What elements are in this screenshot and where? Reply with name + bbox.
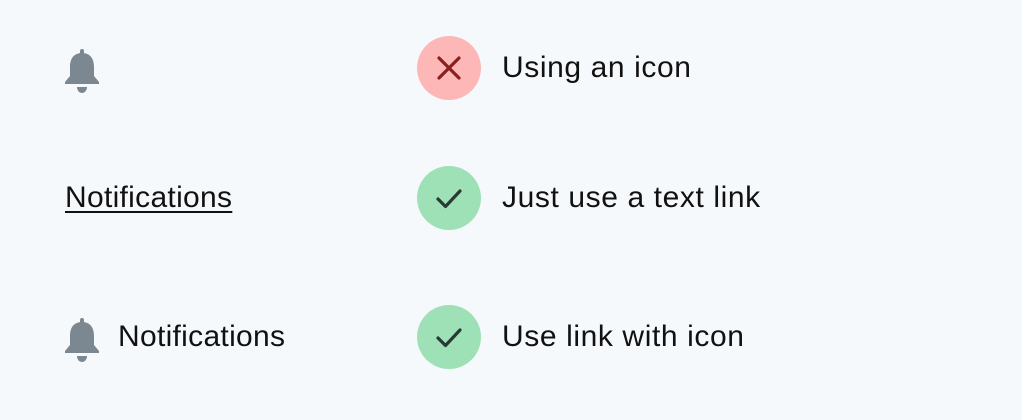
bell-icon[interactable] [62, 40, 102, 96]
notifications-text-link[interactable]: Notifications [65, 181, 232, 215]
example-icon-with-text: Notifications [62, 302, 285, 372]
verdict-caption: Using an icon [502, 51, 692, 84]
check-icon [436, 328, 462, 348]
check-icon [436, 189, 462, 209]
comparison-row-text-link: Notifications Just use a text link [0, 163, 1022, 233]
x-icon [437, 56, 461, 80]
notifications-link-label: Notifications [118, 320, 286, 353]
status-badge-good [417, 166, 481, 230]
verdict-caption: Use link with icon [502, 320, 745, 353]
example-text-link: Notifications [62, 163, 232, 233]
comparison-row-icon-only: Using an icon [0, 33, 1022, 103]
verdict-bad: Using an icon [417, 36, 692, 100]
verdict-caption: Just use a text link [502, 181, 761, 214]
bell-icon [62, 309, 102, 365]
notifications-icon-link[interactable]: Notifications [62, 309, 285, 365]
status-badge-bad [417, 36, 481, 100]
comparison-row-icon-with-text: Notifications Use link with icon [0, 302, 1022, 372]
verdict-good: Use link with icon [417, 305, 745, 369]
verdict-good: Just use a text link [417, 166, 761, 230]
status-badge-good [417, 305, 481, 369]
example-icon-only [62, 33, 102, 103]
comparison-panel: Using an icon Notifications Just use a t… [0, 0, 1022, 420]
